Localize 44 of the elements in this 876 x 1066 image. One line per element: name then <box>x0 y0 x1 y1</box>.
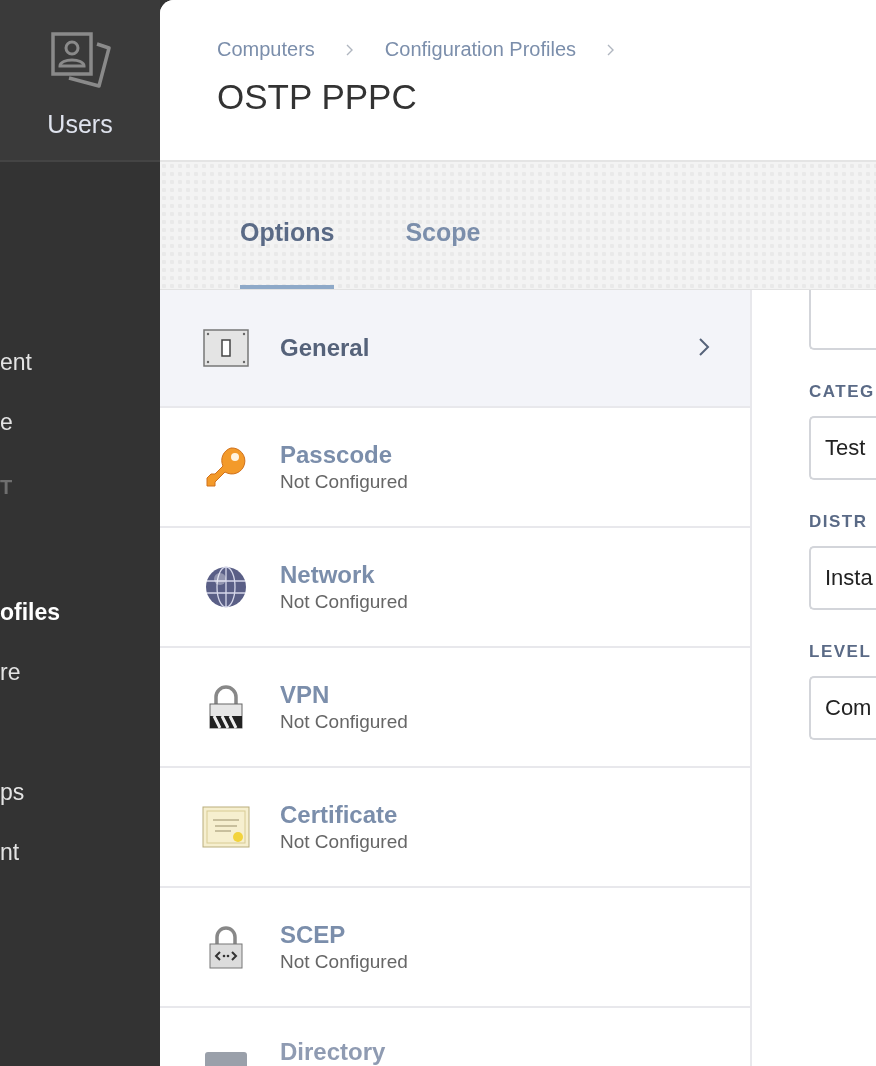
select-field[interactable]: Insta <box>809 546 876 610</box>
payload-name: Passcode <box>280 441 394 469</box>
payload-row[interactable]: SCEP Not Configured <box>160 888 750 1008</box>
payload-status: Not Configured <box>280 471 408 493</box>
select-field[interactable]: Com <box>809 676 876 740</box>
padlock-icon <box>206 684 246 730</box>
field-label: CATEG <box>809 382 876 402</box>
page-title: OSTP PPPC <box>217 77 418 117</box>
globe-icon <box>204 565 248 609</box>
payload-name: VPN <box>280 681 331 709</box>
payload-name: General <box>280 334 370 362</box>
payload-row[interactable]: Network Not Configured <box>160 528 750 648</box>
nav-item[interactable]: re <box>0 642 21 702</box>
tab[interactable]: Scope <box>405 218 481 289</box>
input-field[interactable] <box>809 290 876 350</box>
switch-plate-icon <box>203 329 249 367</box>
padlock-icon <box>208 924 244 970</box>
select-field[interactable]: Test <box>809 416 876 480</box>
nav-section-header: T <box>0 474 13 500</box>
payload-name: Directory <box>280 1038 386 1066</box>
chevron-right-icon <box>698 337 710 357</box>
payload-status: Not Configured <box>280 711 408 733</box>
nav-item[interactable]: ofiles <box>0 582 61 642</box>
payload-row[interactable]: Passcode Not Configured <box>160 408 750 528</box>
nav-label[interactable]: Users <box>47 110 113 139</box>
breadcrumb-link[interactable]: Computers <box>217 38 315 61</box>
payload-name: SCEP <box>280 921 347 949</box>
field-label: LEVEL <box>809 642 873 662</box>
certificate-icon <box>202 806 250 848</box>
nav-item[interactable]: e <box>0 392 13 452</box>
payload-status: Not Configured <box>280 591 408 613</box>
nav-item[interactable]: ps <box>0 762 25 822</box>
payload-row[interactable]: General <box>160 290 750 408</box>
payload-row[interactable]: Certificate Not Configured <box>160 768 750 888</box>
nav-item[interactable]: nt <box>0 822 20 882</box>
nav-item[interactable]: ent <box>0 332 32 392</box>
payload-status: Not Configured <box>280 951 408 973</box>
payload-row[interactable]: VPN Not Configured <box>160 648 750 768</box>
breadcrumb-link[interactable]: Configuration Profiles <box>384 38 577 61</box>
payload-name: Certificate <box>280 801 399 829</box>
payload-name: Network <box>280 561 376 589</box>
key-icon <box>203 444 249 490</box>
payload-status: Not Configured <box>280 831 408 853</box>
field-label: DISTR <box>809 512 869 532</box>
